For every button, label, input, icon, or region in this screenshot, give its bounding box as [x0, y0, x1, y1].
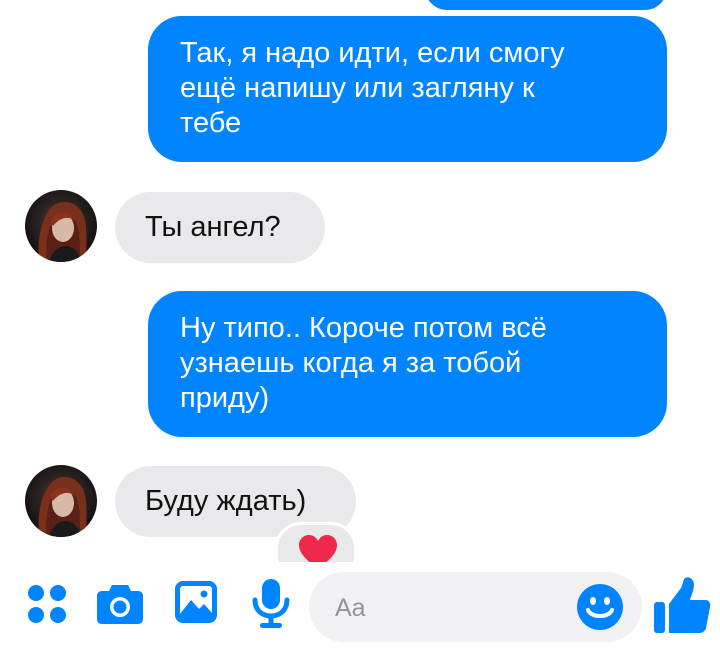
message-input[interactable] — [333, 572, 587, 644]
voice-message-button[interactable] — [251, 578, 291, 635]
camera-button[interactable] — [96, 583, 144, 630]
photo-button[interactable] — [174, 580, 218, 629]
message-bubble-incoming[interactable]: Ты ангел? — [115, 192, 325, 263]
message-reaction[interactable] — [275, 522, 357, 562]
heart-reaction-icon — [299, 535, 337, 562]
more-icon — [28, 585, 66, 623]
camera-icon — [97, 585, 143, 624]
like-icon — [654, 577, 711, 633]
message-text-line: Ну типо.. Короче потом всё — [180, 312, 547, 344]
conversation-thread: Так, я надо идти, если смогу ещё напишу … — [0, 0, 720, 562]
contact-avatar[interactable] — [25, 465, 97, 537]
emoji-icon — [577, 584, 623, 630]
emoji-button[interactable] — [576, 583, 624, 636]
message-text: Буду ждать) — [145, 485, 307, 517]
message-text-line: ещё напишу или загляну к — [180, 72, 535, 104]
like-button[interactable] — [652, 576, 712, 641]
message-bubble-outgoing[interactable]: Ну типо.. Короче потом всё узнаешь когда… — [148, 291, 667, 437]
message-text-line: приду) — [180, 382, 270, 414]
photo-icon — [175, 581, 217, 623]
more-actions-button[interactable] — [27, 583, 67, 630]
message-composer — [0, 562, 720, 648]
message-text-line: тебе — [180, 107, 242, 139]
message-text: Ты ангел? — [145, 211, 281, 243]
contact-avatar[interactable] — [25, 190, 97, 262]
message-text-line: Так, я надо идти, если смогу — [180, 37, 565, 69]
message-text-line: узнаешь когда я за тобой — [180, 347, 522, 379]
message-bubble-outgoing-partial[interactable] — [425, 0, 667, 10]
mic-icon — [252, 579, 290, 628]
message-bubble-outgoing[interactable]: Так, я надо идти, если смогу ещё напишу … — [148, 16, 667, 162]
